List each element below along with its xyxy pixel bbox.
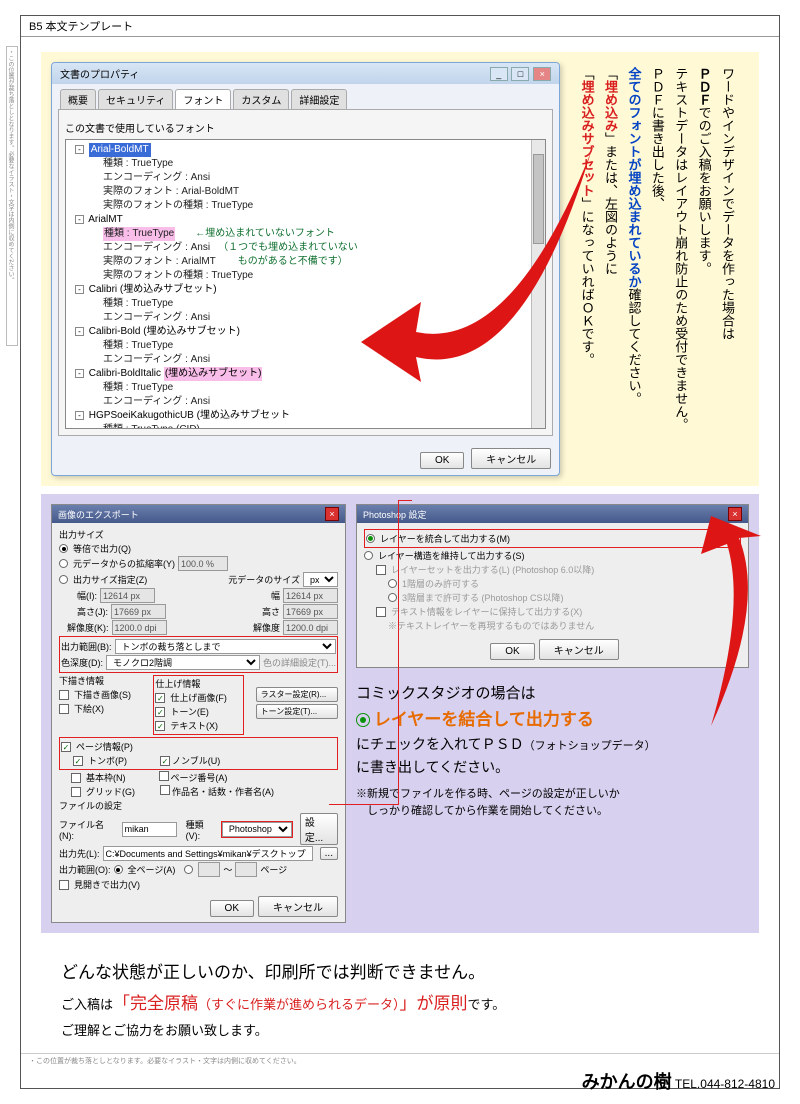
check-base[interactable]	[59, 704, 69, 714]
ok-button[interactable]: OK	[420, 452, 464, 469]
section-export: 画像のエクスポート× 出力サイズ 等倍で出力(Q) 元データからの拡縮率(Y) …	[41, 494, 759, 933]
dialog-title: 画像のエクスポート	[58, 508, 139, 521]
titlebar: 文書のプロパティ _ □ ×	[52, 63, 559, 84]
tree-collapse-icon[interactable]: -	[75, 145, 84, 154]
footer-text: どんな状態が正しいのか、印刷所では判断できません。 ご入稿は「完全原稿（すぐに作…	[21, 933, 779, 1053]
tone-button[interactable]: トーン設定(T)...	[256, 704, 338, 719]
tree-collapse-icon[interactable]: -	[75, 327, 84, 336]
header: B5 本文テンプレート	[21, 16, 779, 37]
cancel-button[interactable]: キャンセル	[258, 896, 338, 917]
height-input[interactable]	[111, 604, 166, 619]
tab-fonts[interactable]: フォント	[175, 89, 231, 109]
width-input[interactable]	[100, 588, 155, 603]
filename-input[interactable]	[122, 822, 177, 837]
minimize-icon[interactable]: _	[490, 67, 508, 81]
window-controls: _ □ ×	[489, 67, 552, 81]
raster-button[interactable]: ラスター設定(R)...	[256, 687, 338, 702]
check-frame[interactable]	[71, 773, 81, 783]
check-grid[interactable]	[71, 787, 81, 797]
browse-button[interactable]: ...	[320, 847, 338, 860]
dpi-input[interactable]	[112, 620, 167, 635]
unit-select[interactable]: px	[303, 572, 338, 587]
export-dialog: 画像のエクスポート× 出力サイズ 等倍で出力(Q) 元データからの拡縮率(Y) …	[51, 504, 346, 923]
check-draft[interactable]	[59, 690, 69, 700]
font-name: Arial-BoldMT	[89, 143, 151, 157]
tabs: 概要 セキュリティ フォント カスタム 詳細設定	[52, 84, 559, 109]
logo-tel: みかんの樹 TEL.044-812-4810	[582, 1068, 775, 1094]
check-pageno[interactable]	[159, 771, 169, 781]
close-icon[interactable]: ×	[533, 67, 551, 81]
tab-summary[interactable]: 概要	[60, 89, 96, 109]
red-connector	[398, 500, 399, 805]
radio-keep[interactable]	[364, 551, 373, 560]
radio-merge[interactable]	[366, 534, 375, 543]
font-name: Calibri-Bold (埋め込みサブセット)	[89, 326, 240, 337]
check-text[interactable]	[155, 721, 165, 731]
tab-advanced[interactable]: 詳細設定	[291, 89, 347, 109]
tree-collapse-icon[interactable]: -	[75, 215, 84, 224]
font-name: HGPSoeiKakugothicUB (埋め込みサブセット	[89, 410, 290, 421]
red-connector	[398, 500, 412, 501]
font-name: Calibri (埋め込みサブセット)	[89, 284, 217, 295]
page-frame: ・この位置が裁ち落としとなります。必要なイラスト・文字は内側に収めてください。 …	[20, 15, 780, 1089]
red-connector	[329, 804, 399, 805]
list-label: この文書で使用しているフォント	[65, 120, 546, 135]
radio-range[interactable]	[184, 865, 193, 874]
embed-note: ←埋め込まれていないフォント	[195, 227, 335, 241]
check-finish[interactable]	[155, 693, 165, 703]
window-title: 文書のプロパティ	[60, 66, 139, 81]
check-nombre[interactable]	[160, 756, 170, 766]
red-arrow-icon	[701, 516, 781, 741]
radio-size[interactable]	[59, 575, 68, 584]
tree-collapse-icon[interactable]: -	[75, 411, 84, 420]
check-page[interactable]	[61, 742, 71, 752]
scrollbar-thumb[interactable]	[533, 154, 544, 244]
tab-custom[interactable]: カスタム	[233, 89, 289, 109]
cancel-button[interactable]: キャンセル	[539, 639, 619, 660]
ok-button[interactable]: OK	[210, 900, 254, 917]
section-pdf-fonts: 文書のプロパティ _ □ × 概要 セキュリティ フォント カスタム 詳細設定 …	[41, 52, 759, 486]
tab-security[interactable]: セキュリティ	[98, 89, 173, 109]
close-icon[interactable]: ×	[325, 507, 339, 521]
depth-select[interactable]: モノクロ2階調	[106, 655, 260, 670]
ok-button[interactable]: OK	[490, 643, 534, 660]
filetype-select[interactable]: Photoshop	[222, 822, 292, 837]
tree-collapse-icon[interactable]: -	[75, 369, 84, 378]
range-select[interactable]: トンボの裁ち落としまで	[115, 639, 337, 654]
maximize-icon[interactable]: □	[511, 67, 529, 81]
photoshop-dialog: Photoshop 設定× レイヤーを統合して出力する(M) レイヤー構造を維持…	[356, 504, 749, 668]
font-name: ArialMT	[88, 214, 122, 225]
cancel-button[interactable]: キャンセル	[471, 448, 551, 469]
radio-scale[interactable]	[59, 559, 68, 568]
radio-all[interactable]	[114, 865, 123, 874]
tree-collapse-icon[interactable]: -	[75, 285, 84, 294]
check-tonbo[interactable]	[73, 756, 83, 766]
dir-input[interactable]	[103, 846, 313, 861]
radio-equal[interactable]	[59, 544, 68, 553]
scale-input[interactable]	[178, 556, 228, 571]
dialog-title: Photoshop 設定	[363, 508, 427, 521]
side-note-box: ・この位置が裁ち落としとなります。必要なイラスト・文字は内側に収めてください。	[6, 46, 18, 346]
check-spread[interactable]	[59, 880, 69, 890]
bottom-note: ・この位置が裁ち落としとなります。必要なイラスト・文字は内側に収めてください。	[21, 1053, 779, 1068]
settings-button[interactable]: 設定...	[300, 813, 338, 845]
check-title[interactable]	[160, 785, 170, 795]
check-tone[interactable]	[155, 707, 165, 717]
font-name: Calibri-BoldItalic	[89, 368, 161, 379]
export-instructions: コミックスタジオの場合は レイヤーを結合して出力する にチェックを入れてＰＳＤ（…	[356, 682, 749, 819]
radio-green-icon	[356, 713, 370, 727]
